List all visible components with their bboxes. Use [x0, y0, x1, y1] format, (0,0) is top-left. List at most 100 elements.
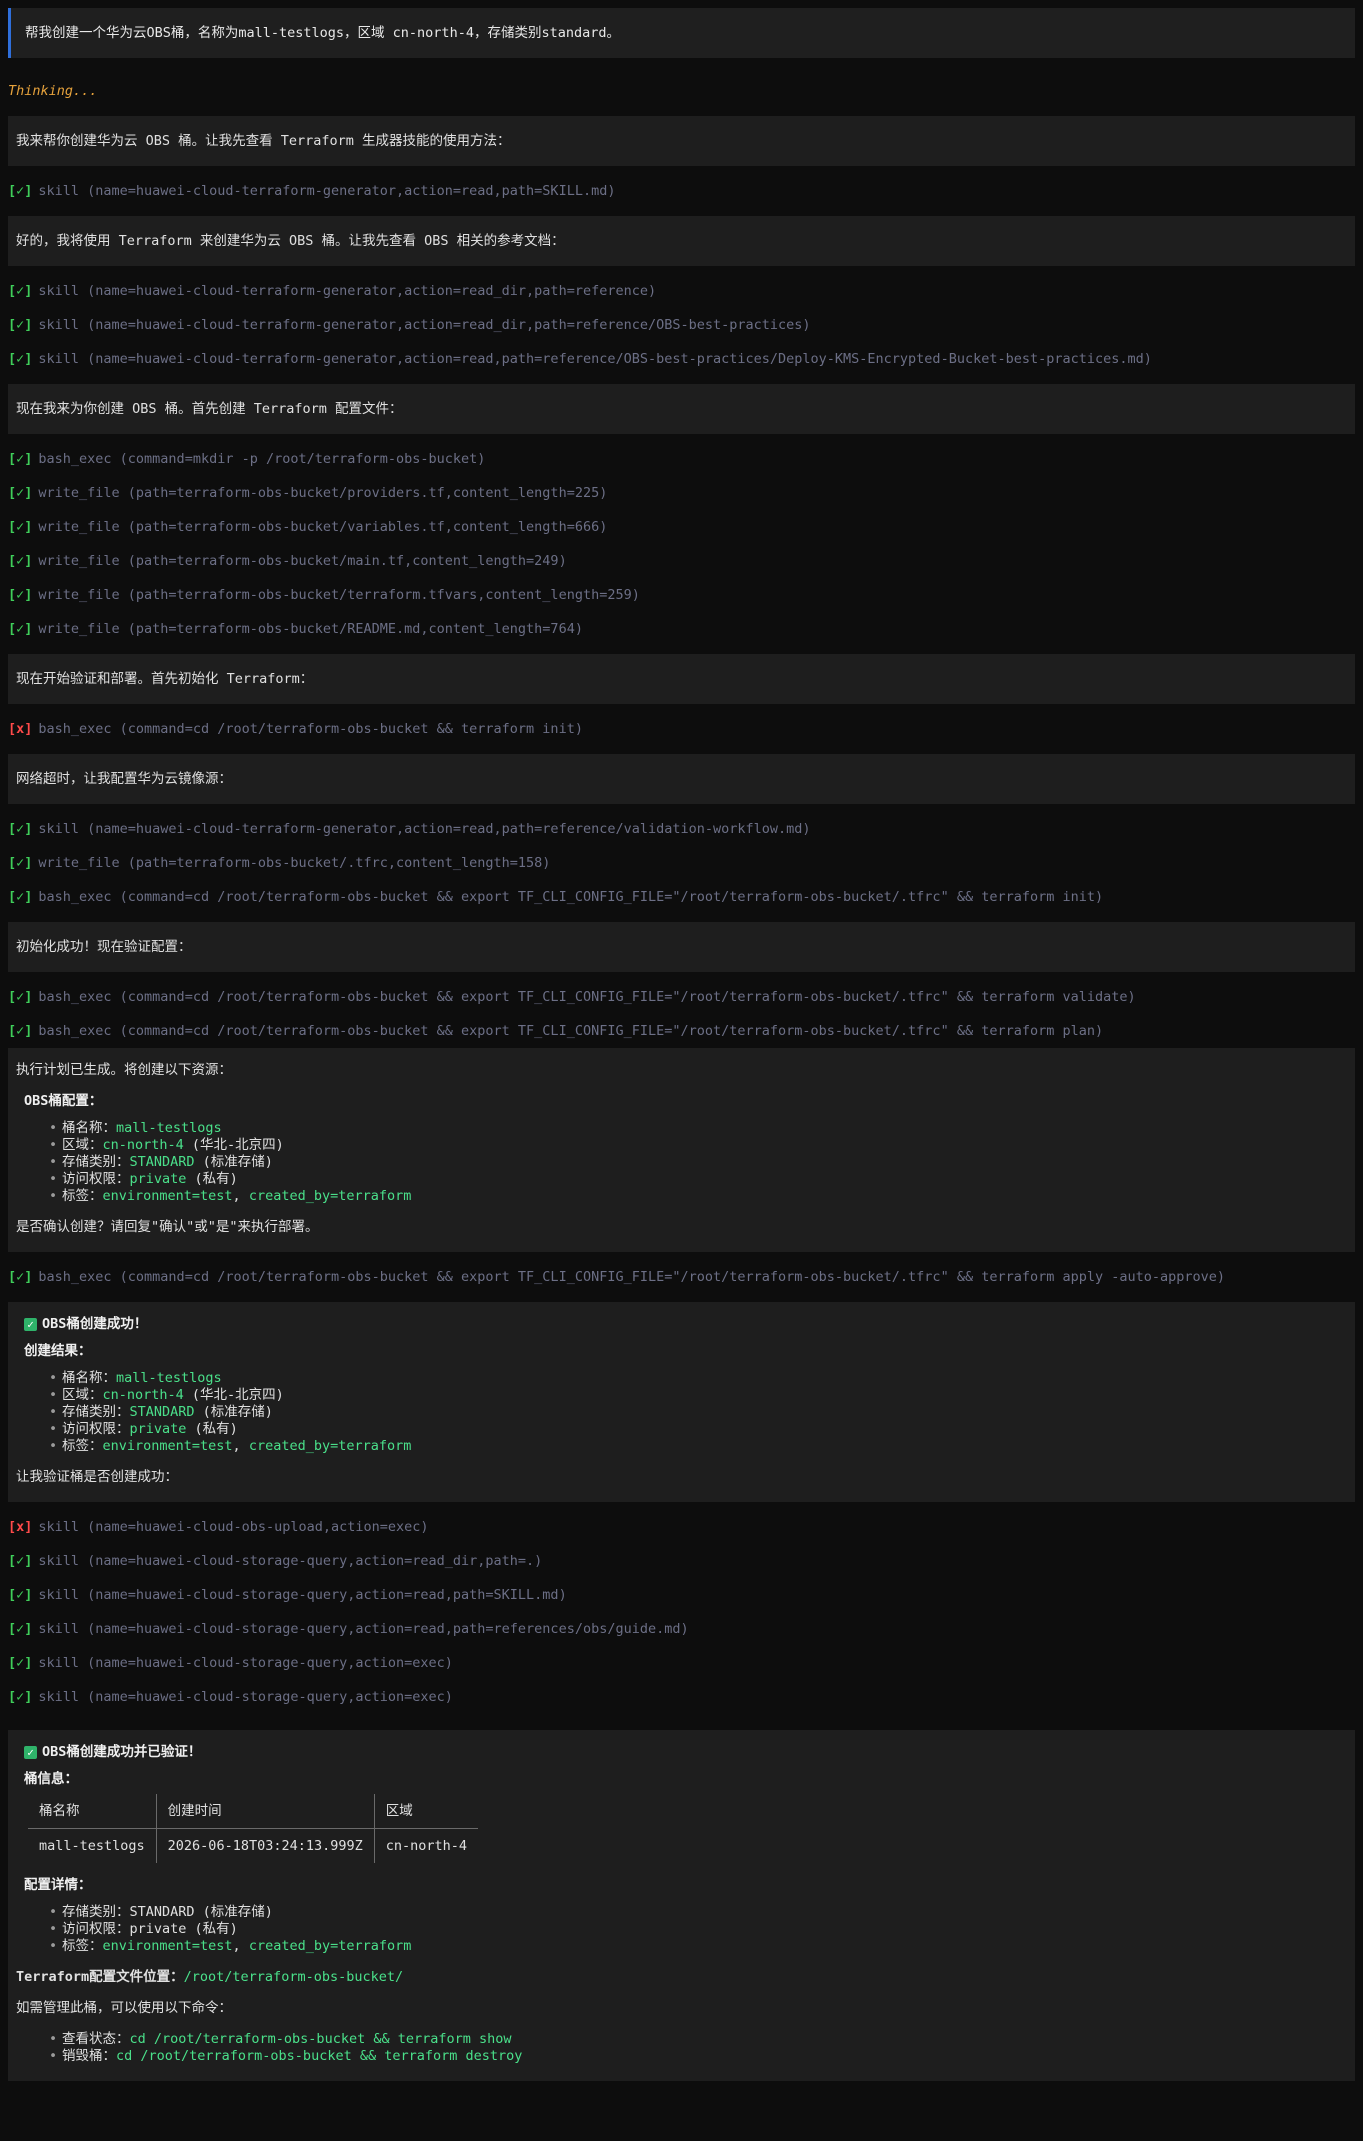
tool-call-text: skill (name=huawei-cloud-terraform-gener…: [38, 183, 616, 199]
command-list: 查看状态：cd /root/terraform-obs-bucket && te…: [16, 2031, 1347, 2065]
list-item: 访问权限：private (私有): [49, 1421, 1347, 1438]
info-heading: 桶信息：: [24, 1771, 78, 1787]
column-header: 桶名称: [28, 1794, 157, 1829]
tool-call-text: bash_exec (command=cd /root/terraform-ob…: [38, 1023, 1104, 1039]
final-summary: ✓ OBS桶创建成功并已验证！ 桶信息： 桶名称 创建时间 区域 mall-tes…: [8, 1730, 1355, 2081]
tool-call-text: bash_exec (command=cd /root/terraform-ob…: [38, 721, 583, 737]
success-mark: [✓]: [8, 1023, 33, 1039]
list-item: 查看状态：cd /root/terraform-obs-bucket && te…: [49, 2031, 1347, 2048]
success-mark: [✓]: [8, 1689, 33, 1705]
list-item: 标签：environment=test, created_by=terrafor…: [49, 1938, 1347, 1955]
manage-intro: 如需管理此桶，可以使用以下命令：: [16, 2000, 232, 2016]
success-mark: [✓]: [8, 989, 33, 1005]
success-mark: [✓]: [8, 821, 33, 837]
assistant-message: 好的，我将使用 Terraform 来创建华为云 OBS 桶。让我先查看 OBS…: [8, 216, 1355, 266]
tool-call[interactable]: [✓] write_file (path=terraform-obs-bucket…: [8, 578, 1355, 612]
tool-call[interactable]: [✓] skill (name=huawei-cloud-terraform-ge…: [8, 274, 1355, 308]
assistant-message: 初始化成功！现在验证配置：: [8, 922, 1355, 972]
tool-call[interactable]: [x] bash_exec (command=cd /root/terraform…: [8, 712, 1355, 746]
tool-call[interactable]: [✓] write_file (path=terraform-obs-bucket…: [8, 476, 1355, 510]
tool-call[interactable]: [✓] bash_exec (command=cd /root/terraform…: [8, 980, 1355, 1014]
success-mark: [✓]: [8, 485, 33, 501]
tool-call[interactable]: [✓] write_file (path=terraform-obs-bucket…: [8, 612, 1355, 646]
list-item: 访问权限：private (私有): [49, 1171, 1347, 1188]
tool-call[interactable]: [x] skill (name=huawei-cloud-obs-upload,a…: [8, 1510, 1355, 1544]
list-item: 存储类别：STANDARD (标准存储): [49, 1154, 1347, 1171]
config-list: 存储类别：STANDARD (标准存储) 访问权限：private (私有) 标…: [16, 1904, 1347, 1955]
tool-call[interactable]: [✓] write_file (path=terraform-obs-bucket…: [8, 510, 1355, 544]
tool-call-text: write_file (path=terraform-obs-bucket/pr…: [38, 485, 608, 501]
tool-call[interactable]: [✓] skill (name=huawei-cloud-storage-quer…: [8, 1646, 1355, 1680]
tool-call-text: skill (name=huawei-cloud-obs-upload,acti…: [38, 1519, 429, 1535]
table-cell: 2026-06-18T03:24:13.999Z: [156, 1828, 375, 1863]
assistant-message: 现在开始验证和部署。首先初始化 Terraform：: [8, 654, 1355, 704]
success-mark: [✓]: [8, 317, 33, 333]
tool-call-text: write_file (path=terraform-obs-bucket/te…: [38, 587, 640, 603]
table-header: 桶名称 创建时间 区域: [28, 1794, 479, 1829]
tool-call[interactable]: [✓] bash_exec (command=cd /root/terraform…: [8, 880, 1355, 914]
tool-call[interactable]: [✓] skill (name=huawei-cloud-storage-quer…: [8, 1680, 1355, 1714]
tool-call[interactable]: [✓] skill (name=huawei-cloud-terraform-ge…: [8, 342, 1355, 376]
tool-call-text: bash_exec (command=cd /root/terraform-ob…: [38, 1269, 1226, 1285]
table-cell: mall-testlogs: [28, 1828, 157, 1863]
tool-call[interactable]: [✓] skill (name=huawei-cloud-storage-quer…: [8, 1544, 1355, 1578]
assistant-message: 我来帮你创建华为云 OBS 桶。让我先查看 Terraform 生成器技能的使用…: [8, 116, 1355, 166]
success-mark: [✓]: [8, 553, 33, 569]
column-header: 创建时间: [156, 1794, 375, 1829]
list-item: 存储类别：STANDARD (标准存储): [49, 1404, 1347, 1421]
failure-mark: [x]: [8, 721, 33, 737]
column-header: 区域: [374, 1794, 479, 1829]
final-title: ✓ OBS桶创建成功并已验证！: [24, 1744, 1347, 1761]
success-mark: [✓]: [8, 1269, 33, 1285]
list-item: 区域：cn-north-4 (华北-北京四): [49, 1137, 1347, 1154]
tool-call-text: skill (name=huawei-cloud-terraform-gener…: [38, 821, 811, 837]
tool-call-text: skill (name=huawei-cloud-storage-query,a…: [38, 1553, 543, 1569]
tool-call-text: write_file (path=terraform-obs-bucket/RE…: [38, 621, 583, 637]
tool-call[interactable]: [✓] skill (name=huawei-cloud-terraform-ge…: [8, 174, 1355, 208]
list-item: 区域：cn-north-4 (华北-北京四): [49, 1387, 1347, 1404]
tool-call[interactable]: [✓] bash_exec (command=mkdir -p /root/ter…: [8, 442, 1355, 476]
tool-call-text: skill (name=huawei-cloud-storage-query,a…: [38, 1621, 689, 1637]
table-row: mall-testlogs 2026-06-18T03:24:13.999Z c…: [28, 1828, 478, 1863]
tool-call[interactable]: [✓] write_file (path=terraform-obs-bucket…: [8, 846, 1355, 880]
tool-call[interactable]: [✓] skill (name=huawei-cloud-storage-quer…: [8, 1612, 1355, 1646]
success-mark: [✓]: [8, 183, 33, 199]
success-mark: [✓]: [8, 1655, 33, 1671]
list-item: 销毁桶：cd /root/terraform-obs-bucket && ter…: [49, 2048, 1347, 2065]
tool-call-text: write_file (path=terraform-obs-bucket/.t…: [38, 855, 551, 871]
tool-call-text: skill (name=huawei-cloud-storage-query,a…: [38, 1655, 453, 1671]
check-icon: ✓: [24, 1318, 37, 1331]
tool-call-text: bash_exec (command=mkdir -p /root/terraf…: [38, 451, 486, 467]
tool-call-text: skill (name=huawei-cloud-terraform-gener…: [38, 351, 1152, 367]
chat-transcript: 帮我创建一个华为云OBS桶，名称为mall-testlogs，区域 cn-nor…: [0, 0, 1363, 2081]
plan-list: 桶名称：mall-testlogs 区域：cn-north-4 (华北-北京四)…: [16, 1120, 1347, 1205]
tool-call-text: skill (name=huawei-cloud-storage-query,a…: [38, 1689, 453, 1705]
plan-heading: OBS桶配置：: [24, 1093, 103, 1109]
user-message: 帮我创建一个华为云OBS桶，名称为mall-testlogs，区域 cn-nor…: [8, 8, 1355, 58]
creation-list: 桶名称：mall-testlogs 区域：cn-north-4 (华北-北京四)…: [16, 1370, 1347, 1455]
success-mark: [✓]: [8, 351, 33, 367]
tool-call-text: write_file (path=terraform-obs-bucket/va…: [38, 519, 608, 535]
assistant-message: 网络超时，让我配置华为云镜像源：: [8, 754, 1355, 804]
success-mark: [✓]: [8, 1553, 33, 1569]
tool-call-text: skill (name=huawei-cloud-storage-query,a…: [38, 1587, 567, 1603]
table-cell: cn-north-4: [385, 1837, 468, 1854]
tool-call[interactable]: [✓] write_file (path=terraform-obs-bucket…: [8, 544, 1355, 578]
list-item: 标签：environment=test, created_by=terrafor…: [49, 1438, 1347, 1455]
plan-summary: 执行计划已生成。将创建以下资源： OBS桶配置： 桶名称：mall-testlo…: [8, 1048, 1355, 1252]
tool-call[interactable]: [✓] bash_exec (command=cd /root/terraform…: [8, 1014, 1355, 1048]
bucket-table: 桶名称 创建时间 区域 mall-testlogs 2026-06-18T03:…: [28, 1794, 479, 1863]
confirm-prompt: 是否确认创建？请回复"确认"或"是"来执行部署。: [16, 1219, 319, 1235]
config-heading: 配置详情：: [24, 1877, 92, 1893]
success-mark: [✓]: [8, 587, 33, 603]
thinking-indicator: Thinking...: [8, 83, 98, 99]
tool-call[interactable]: [✓] bash_exec (command=cd /root/terraform…: [8, 1260, 1355, 1294]
list-item: 存储类别：STANDARD (标准存储): [49, 1904, 1347, 1921]
tool-call[interactable]: [✓] skill (name=huawei-cloud-storage-quer…: [8, 1578, 1355, 1612]
tool-call-text: skill (name=huawei-cloud-terraform-gener…: [38, 317, 811, 333]
tool-call-text: bash_exec (command=cd /root/terraform-ob…: [38, 989, 1136, 1005]
tool-call[interactable]: [✓] skill (name=huawei-cloud-terraform-ge…: [8, 812, 1355, 846]
tool-call[interactable]: [✓] skill (name=huawei-cloud-terraform-ge…: [8, 308, 1355, 342]
assistant-message: 现在我来为你创建 OBS 桶。首先创建 Terraform 配置文件：: [8, 384, 1355, 434]
plan-intro: 执行计划已生成。将创建以下资源：: [16, 1062, 232, 1078]
